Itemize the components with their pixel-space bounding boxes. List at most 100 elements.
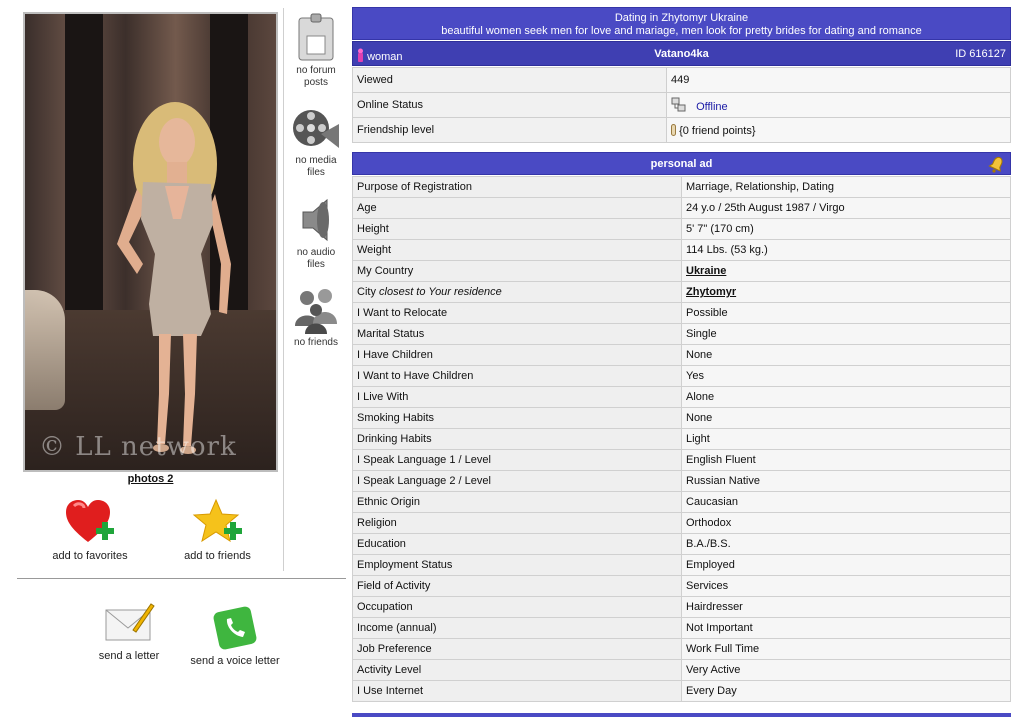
personal-ad-title: personal ad: [650, 158, 713, 170]
personal-ad-value: None: [681, 344, 1011, 366]
personal-ad-label: Smoking Habits: [357, 412, 435, 424]
personal-ad-row: Education B.A./B.S.: [352, 533, 1011, 555]
stats-value-cell: Offline: [666, 92, 1011, 118]
send-voice-letter-button[interactable]: send a voice letter: [185, 605, 285, 667]
personal-ad-value: Orthodox: [681, 512, 1011, 534]
audio-label-2: files: [307, 259, 325, 270]
personal-ad-label: Employment Status: [357, 559, 453, 571]
add-to-favorites-button[interactable]: add to favorites: [40, 498, 140, 562]
personal-ad-table: Purpose of Registration Marriage, Relatio…: [352, 176, 1011, 702]
personal-ad-value: 24 y.o / 25th August 1987 / Virgo: [681, 197, 1011, 219]
personal-ad-value: Hairdresser: [681, 596, 1011, 618]
add-to-friends-label: add to friends: [184, 550, 251, 562]
forum-posts-item[interactable]: no forum posts: [287, 12, 345, 89]
personal-ad-label: Occupation: [357, 601, 413, 613]
stats-value-cell: {0 friend points}: [666, 117, 1011, 143]
personal-ad-label: I Speak Language 1 / Level: [357, 454, 491, 466]
friendship-meter-icon: [671, 123, 676, 136]
personal-ad-value: Light: [681, 428, 1011, 450]
personal-ad-value: Marriage, Relationship, Dating: [681, 176, 1011, 198]
personal-ad-label-cell: Smoking Habits: [352, 407, 682, 429]
personal-ad-label-cell: I Have Children: [352, 344, 682, 366]
friends-item[interactable]: no friends: [287, 286, 345, 349]
send-letter-button[interactable]: send a letter: [88, 600, 170, 662]
stats-value: 449: [666, 67, 1011, 93]
profile-name-bar: woman Vatano4ka ID 616127: [352, 41, 1011, 66]
personal-ad-label: Field of Activity: [357, 580, 431, 592]
personal-ad-value: Employed: [681, 554, 1011, 576]
personal-ad-row: I Want to Relocate Possible: [352, 302, 1011, 324]
personal-ad-label: I Use Internet: [357, 685, 424, 697]
personal-ad-label: Income (annual): [357, 622, 437, 634]
personal-ad-value: Work Full Time: [681, 638, 1011, 660]
personal-ad-label: Marital Status: [357, 328, 425, 340]
add-to-friends-button[interactable]: add to friends: [170, 498, 265, 562]
personal-ad-row: Ethnic Origin Caucasian: [352, 491, 1011, 513]
stats-label: Viewed: [352, 67, 667, 93]
photos-link[interactable]: photos 2: [23, 473, 278, 485]
star-plus-icon: [192, 498, 242, 543]
stats-row: Online Status Offline: [352, 92, 1011, 118]
forum-label-1: no forum: [296, 65, 336, 76]
personal-ad-label-note: closest to Your residence: [379, 286, 502, 298]
speaker-icon: [302, 198, 329, 242]
personal-ad-value: English Fluent: [681, 449, 1011, 471]
column-divider: [283, 8, 284, 571]
personal-ad-row: Income (annual) Not Important: [352, 617, 1011, 639]
personal-ad-label-cell: I Speak Language 1 / Level: [352, 449, 682, 471]
personal-ad-label: I Want to Have Children: [357, 370, 474, 382]
envelope-pencil-icon: [105, 603, 155, 641]
personal-ad-value: None: [681, 407, 1011, 429]
personal-ad-value: Yes: [681, 365, 1011, 387]
stats-label: Friendship level: [352, 117, 667, 143]
personal-ad-label-cell: I Live With: [352, 386, 682, 408]
personal-ad-label: Activity Level: [357, 664, 422, 676]
personal-ad-label: Job Preference: [357, 643, 432, 655]
personal-ad-value: Not Important: [681, 617, 1011, 639]
personal-ad-row: Occupation Hairdresser: [352, 596, 1011, 618]
personal-ad-row: I Live With Alone: [352, 386, 1011, 408]
forum-icon: [298, 13, 334, 61]
photo-person: [117, 102, 231, 454]
personal-ad-label-cell: Drinking Habits: [352, 428, 682, 450]
online-status-link[interactable]: Offline: [696, 101, 728, 113]
personal-ad-value: Services: [681, 575, 1011, 597]
personal-ad-label-cell: Purpose of Registration: [352, 176, 682, 198]
audio-files-item[interactable]: no audio files: [287, 196, 345, 271]
stats-row: Viewed 449: [352, 67, 1011, 93]
personal-ad-label: Education: [357, 538, 406, 550]
personal-ad-value-link[interactable]: Zhytomyr: [681, 281, 1011, 303]
personal-ad-label-cell: I Want to Have Children: [352, 365, 682, 387]
personal-ad-row: City closest to Your residence Zhytomyr: [352, 281, 1011, 303]
personal-ad-label-cell: Ethnic Origin: [352, 491, 682, 513]
personal-ad-label: Weight: [357, 244, 392, 256]
personal-ad-value: Very Active: [681, 659, 1011, 681]
personal-ad-label-cell: Age: [352, 197, 682, 219]
phone-icon: [213, 606, 257, 650]
personal-ad-label-cell: Employment Status: [352, 554, 682, 576]
add-to-favorites-label: add to favorites: [52, 550, 128, 562]
personal-ad-row: I Have Children None: [352, 344, 1011, 366]
personal-ad-label-cell: My Country: [352, 260, 682, 282]
personal-ad-row: I Speak Language 1 / Level English Fluent: [352, 449, 1011, 471]
media-files-item[interactable]: no media files: [287, 104, 345, 179]
personal-ad-label: Height: [357, 223, 389, 235]
page-subtitle: beautiful women seek men for love and ma…: [441, 25, 922, 37]
personal-ad-label: My Country: [357, 265, 414, 277]
personal-ad-value-link[interactable]: Ukraine: [681, 260, 1011, 282]
friends-label: no friends: [294, 337, 338, 348]
heart-plus-icon: [66, 500, 114, 542]
personal-ad-label-cell: Occupation: [352, 596, 682, 618]
personal-ad-label-cell: Religion: [352, 512, 682, 534]
send-voice-letter-label: send a voice letter: [190, 655, 280, 667]
personal-ad-label-cell: Education: [352, 533, 682, 555]
personal-ad-label-cell: I Want to Relocate: [352, 302, 682, 324]
profile-photo[interactable]: © LL network: [23, 12, 278, 472]
personal-ad-value: 5' 7" (170 cm): [681, 218, 1011, 240]
personal-ad-label: Ethnic Origin: [357, 496, 420, 508]
audio-label-1: no audio: [296, 247, 336, 258]
profile-id: ID 616127: [955, 48, 1006, 60]
photo-watermark: © LL network: [39, 432, 237, 462]
personal-ad-label-cell: Field of Activity: [352, 575, 682, 597]
personal-ad-value: Single: [681, 323, 1011, 345]
